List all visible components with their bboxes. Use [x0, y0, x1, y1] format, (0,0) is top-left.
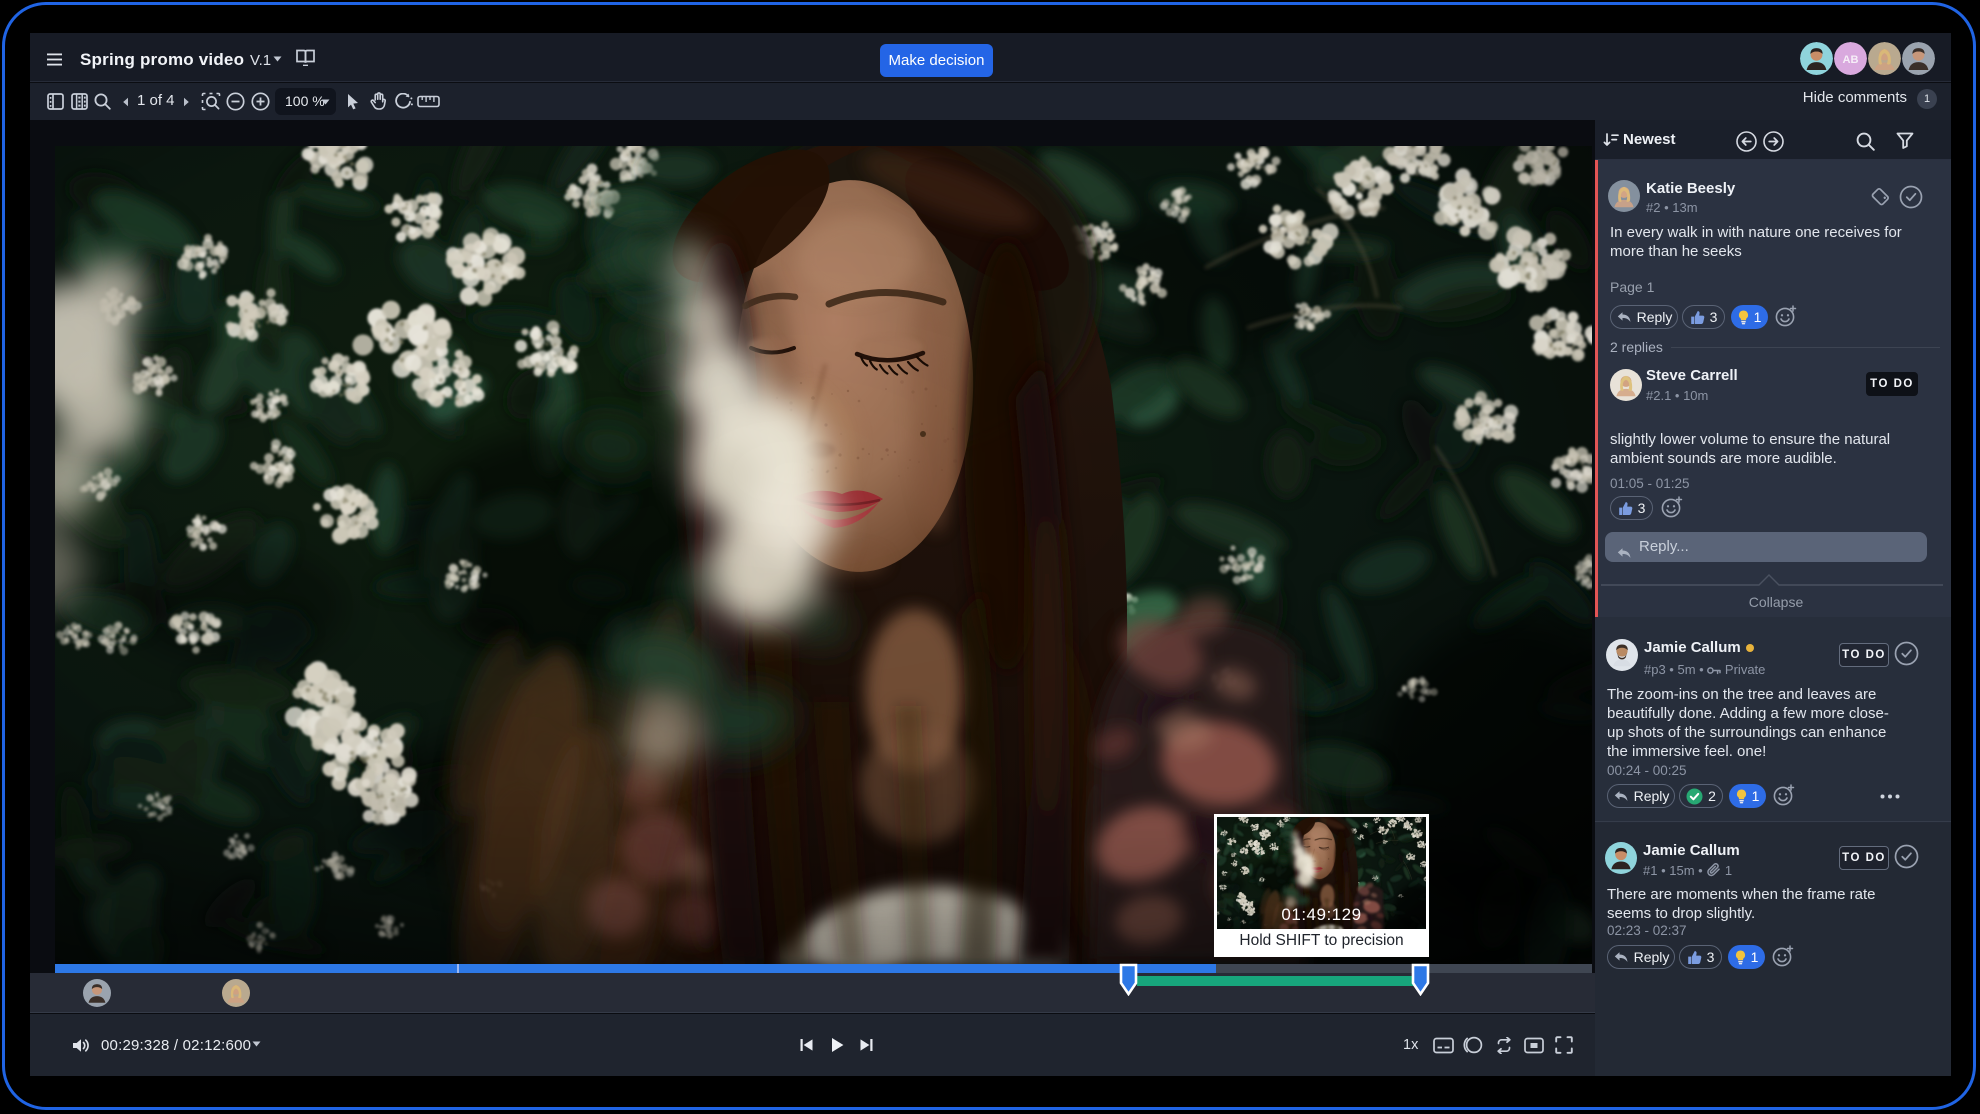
svg-text:AB: AB [1842, 54, 1858, 66]
